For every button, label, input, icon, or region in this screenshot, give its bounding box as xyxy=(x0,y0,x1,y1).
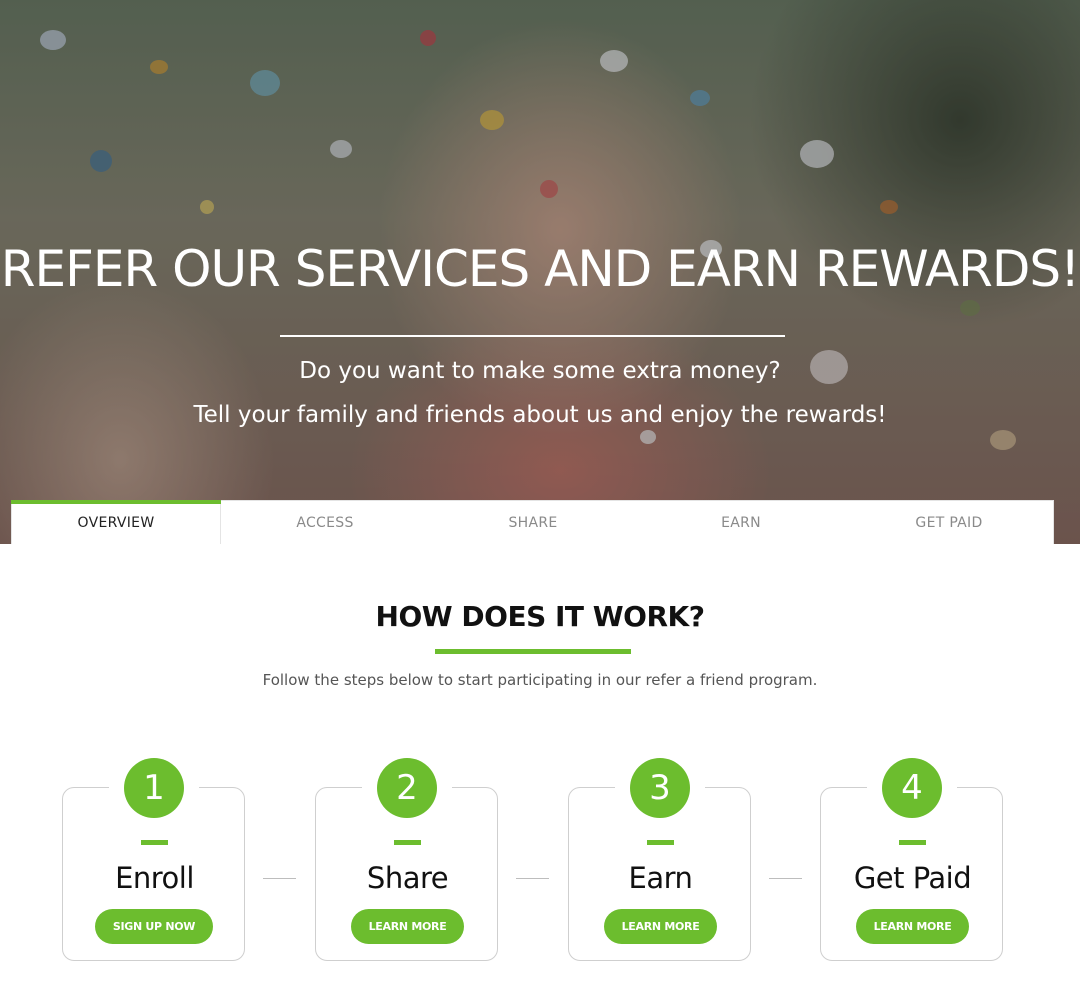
step-label: Get Paid xyxy=(853,861,972,895)
step-accent-dash xyxy=(899,840,926,845)
tab-access[interactable]: ACCESS xyxy=(221,501,429,544)
step-card-earn: 3 Earn LEARN MORE xyxy=(568,758,751,961)
tab-get-paid[interactable]: GET PAID xyxy=(845,501,1053,544)
step-number-badge: 2 xyxy=(377,758,437,818)
step-number-badge: 1 xyxy=(124,758,184,818)
earn-learn-more-button[interactable]: LEARN MORE xyxy=(604,909,717,944)
section-tabs: OVERVIEW ACCESS SHARE EARN GET PAID xyxy=(11,500,1054,544)
section-title: HOW DOES IT WORK? xyxy=(375,600,705,633)
hero-subtitle-line2: Tell your family and friends about us an… xyxy=(193,402,887,428)
share-learn-more-button[interactable]: LEARN MORE xyxy=(351,909,464,944)
hero-banner: REFER OUR SERVICES AND EARN REWARDS! Do … xyxy=(0,0,1080,544)
step-accent-dash xyxy=(141,840,168,845)
step-number-badge: 4 xyxy=(882,758,942,818)
step-connector xyxy=(263,878,296,879)
hero-subtitle-line1: Do you want to make some extra money? xyxy=(299,358,781,384)
step-label: Enroll xyxy=(115,861,194,895)
tab-overview[interactable]: OVERVIEW xyxy=(11,500,221,544)
tab-share[interactable]: SHARE xyxy=(429,501,637,544)
step-accent-dash xyxy=(394,840,421,845)
step-label: Earn xyxy=(628,861,693,895)
sign-up-now-button[interactable]: SIGN UP NOW xyxy=(95,909,213,944)
step-connector xyxy=(769,878,802,879)
hero-title: REFER OUR SERVICES AND EARN REWARDS! xyxy=(0,240,1080,298)
get-paid-learn-more-button[interactable]: LEARN MORE xyxy=(856,909,969,944)
step-card-get-paid: 4 Get Paid LEARN MORE xyxy=(820,758,1003,961)
step-card-enroll: 1 Enroll SIGN UP NOW xyxy=(62,758,245,961)
section-description: Follow the steps below to start particip… xyxy=(262,671,818,689)
step-number-badge: 3 xyxy=(630,758,690,818)
section-title-underline xyxy=(435,649,631,654)
step-connector xyxy=(516,878,549,879)
step-card-share: 2 Share LEARN MORE xyxy=(315,758,498,961)
tab-earn[interactable]: EARN xyxy=(637,501,845,544)
step-accent-dash xyxy=(647,840,674,845)
hero-divider xyxy=(280,335,785,337)
step-label: Share xyxy=(366,861,449,895)
